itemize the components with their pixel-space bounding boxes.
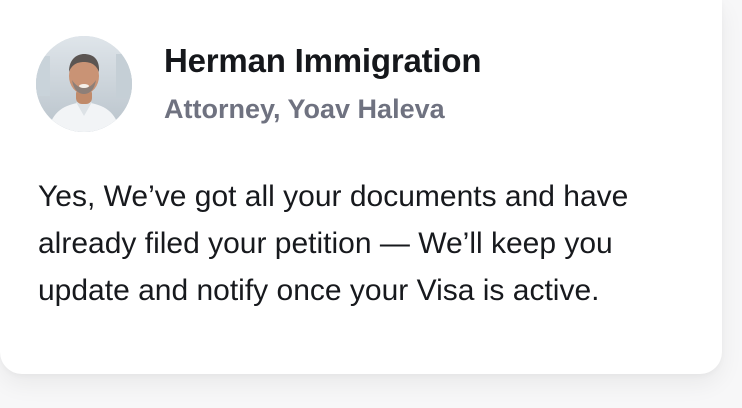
person-photo-avatar-icon xyxy=(36,36,132,132)
avatar[interactable] xyxy=(36,36,132,132)
sender-name: Herman Immigration xyxy=(164,42,482,79)
message-text: Yes, We’ve got all your documents and ha… xyxy=(38,180,629,307)
sender-subtitle: Attorney, Yoav Haleva xyxy=(164,94,445,124)
message-card: Herman Immigration Attorney, Yoav Haleva… xyxy=(0,0,722,374)
